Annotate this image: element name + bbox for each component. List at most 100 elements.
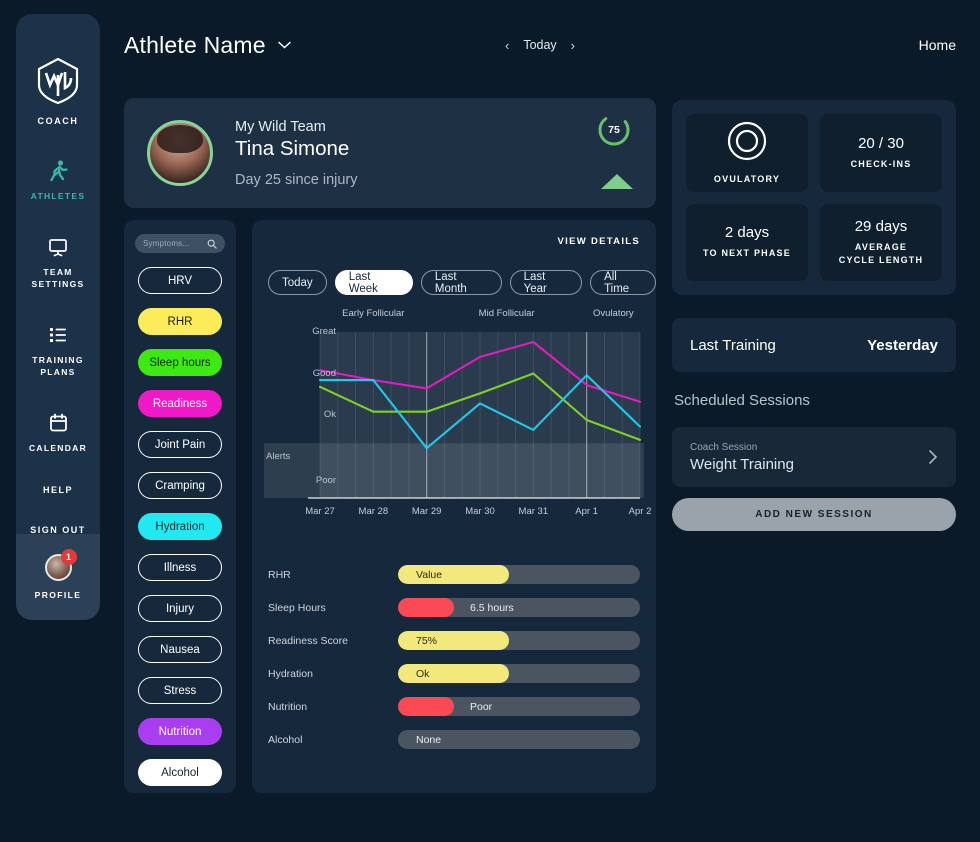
- chevron-right-icon[interactable]: ›: [571, 38, 575, 53]
- session-text: Coach Session Weight Training: [690, 442, 794, 473]
- brand-block: COACH: [37, 58, 79, 126]
- team-name: My Wild Team: [235, 118, 326, 135]
- metric-label: RHR: [268, 568, 291, 581]
- metric-fill: [398, 598, 454, 617]
- time-range-tab[interactable]: Today: [268, 270, 327, 295]
- metric-value: Value: [416, 568, 443, 581]
- symptom-chip[interactable]: Injury: [138, 595, 222, 622]
- metric-row: Alcohol None: [268, 723, 640, 756]
- calendar-icon: [49, 412, 68, 434]
- metric-fill: [398, 631, 510, 650]
- athlete-summary-card: My Wild Team Tina Simone Day 25 since in…: [124, 98, 656, 208]
- metric-value: None: [416, 733, 442, 746]
- metric-fill: [398, 664, 510, 683]
- sidebar-item-label: CALENDAR: [28, 443, 88, 454]
- time-range-tab[interactable]: Last Month: [420, 270, 502, 295]
- date-navigator: ‹ Today ›: [505, 38, 575, 53]
- sidebar-item-athletes[interactable]: ATHLETES: [16, 160, 100, 202]
- brand-label: COACH: [37, 116, 79, 126]
- sidebar-item-label: TRAINING PLANS: [32, 355, 84, 377]
- time-range-tab[interactable]: Last Week: [334, 270, 413, 295]
- metric-value: 75%: [416, 634, 438, 647]
- metric-value: 6.5 hours: [470, 601, 514, 614]
- chart-phase-label: Ovulatory: [593, 308, 634, 319]
- symptom-chip[interactable]: Alcohol: [138, 759, 222, 786]
- top-header: Athlete Name ‹ Today › Home: [124, 22, 956, 68]
- chart-y-tick: Ok: [323, 409, 336, 420]
- chart-x-tick: Mar 28: [358, 506, 389, 517]
- chevron-left-icon[interactable]: ‹: [505, 38, 509, 53]
- stat-card: 29 days AVERAGE CYCLE LENGTH: [820, 203, 942, 281]
- sidebar-item-help[interactable]: HELP: [43, 485, 73, 495]
- metric-row: Hydration Ok: [268, 657, 640, 690]
- symptom-chip[interactable]: RHR: [138, 308, 222, 335]
- wild-logo-icon: [37, 58, 79, 104]
- metric-track[interactable]: None: [398, 730, 640, 749]
- symptom-chip[interactable]: Readiness: [138, 390, 222, 417]
- stat-value: 20 / 30: [858, 134, 904, 152]
- metric-row: Sleep Hours 6.5 hours: [268, 591, 640, 624]
- metric-label: Hydration: [268, 667, 313, 680]
- cycle-stats-panel: OVULATORY 20 / 30 CHECK-INS 2 days TO NEXT P…: [672, 100, 956, 295]
- symptom-chip[interactable]: Sleep hours: [138, 349, 222, 376]
- score-ring: 75: [596, 112, 632, 148]
- sidebar-item-training-plans[interactable]: TRAINING PLANS: [16, 324, 100, 378]
- metric-row: Readiness Score 75%: [268, 624, 640, 657]
- session-title: Weight Training: [690, 455, 794, 473]
- chart-phase-label: Early Follicular: [342, 308, 405, 319]
- stat-card: 20 / 30 CHECK-INS: [820, 114, 942, 192]
- symptom-chip[interactable]: Illness: [138, 554, 222, 581]
- time-range-tab[interactable]: Last Year: [509, 270, 583, 295]
- add-new-session-button[interactable]: ADD NEW SESSION: [672, 498, 956, 531]
- chart-plot: [264, 332, 644, 499]
- metric-track[interactable]: Value: [398, 565, 640, 584]
- view-details-button[interactable]: VIEW DETAILS: [558, 236, 640, 247]
- symptom-chip[interactable]: HRV: [138, 267, 222, 294]
- stat-caption: CHECK-INS: [850, 158, 912, 169]
- search-input[interactable]: Symptoms...: [135, 234, 225, 253]
- last-training-value: Yesterday: [867, 336, 938, 354]
- dashboard-root: COACH ATHLETES TEAM SETTINGS TRAINING PL…: [0, 0, 980, 842]
- sidebar-item-profile[interactable]: 1 PROFILE: [16, 534, 100, 620]
- running-person-icon: [48, 160, 68, 182]
- chevron-down-icon: [278, 41, 291, 49]
- symptom-chip[interactable]: Nutrition: [138, 718, 222, 745]
- stat-card: 2 days TO NEXT PHASE: [686, 203, 808, 281]
- home-link[interactable]: Home: [919, 37, 956, 53]
- symptom-chip[interactable]: Hydration: [138, 513, 222, 540]
- scheduled-sessions-title: Scheduled Sessions: [674, 392, 810, 409]
- chart-x-tick: Mar 30: [465, 506, 495, 517]
- metric-track[interactable]: Poor: [398, 697, 640, 716]
- athlete-selector[interactable]: Athlete Name: [124, 32, 291, 59]
- metric-track[interactable]: Ok: [398, 664, 640, 683]
- symptom-chip[interactable]: Joint Pain: [138, 431, 222, 458]
- time-range-tabs: Today Last Week Last Month Last Year All Tim…: [268, 270, 656, 295]
- time-range-tab[interactable]: All Time: [590, 270, 656, 295]
- athlete-name: Tina Simone: [235, 136, 350, 160]
- notification-badge: 1: [60, 549, 77, 565]
- chevron-right-icon: [929, 450, 938, 464]
- chart-x-tick: Mar 31: [518, 506, 549, 517]
- avatar: 1: [44, 549, 77, 581]
- search-icon: [207, 239, 217, 249]
- chart-y-tick: Alerts: [266, 450, 291, 462]
- metric-bars: RHR Value Sleep Hours 6.5 hours Readiness Sc…: [268, 558, 640, 756]
- metric-track[interactable]: 75%: [398, 631, 640, 650]
- stat-card: OVULATORY: [686, 114, 808, 192]
- symptom-chip[interactable]: Stress: [138, 677, 222, 704]
- sidebar-item-label: ATHLETES: [30, 191, 86, 201]
- metric-row: RHR Value: [268, 558, 640, 591]
- sidebar-item-calendar[interactable]: CALENDAR: [16, 412, 100, 454]
- metric-row: Nutrition Poor: [268, 690, 640, 723]
- scheduled-session-item[interactable]: Coach Session Weight Training: [672, 427, 956, 487]
- chart-x-tick: Apr 1: [575, 506, 599, 517]
- stat-value: 2 days: [724, 224, 770, 242]
- chart-y-tick: Great: [312, 326, 336, 337]
- metric-track[interactable]: 6.5 hours: [398, 598, 640, 617]
- stat-caption: AVERAGE CYCLE LENGTH: [838, 242, 924, 265]
- sidebar-item-team-settings[interactable]: TEAM SETTINGS: [16, 236, 100, 290]
- symptom-chip[interactable]: Nausea: [138, 636, 222, 663]
- symptom-chip[interactable]: Cramping: [138, 472, 222, 499]
- stat-caption: TO NEXT PHASE: [703, 248, 791, 259]
- symptom-chip-list: HRV RHR Sleep hours Readiness Joint Pain Cram…: [138, 253, 222, 786]
